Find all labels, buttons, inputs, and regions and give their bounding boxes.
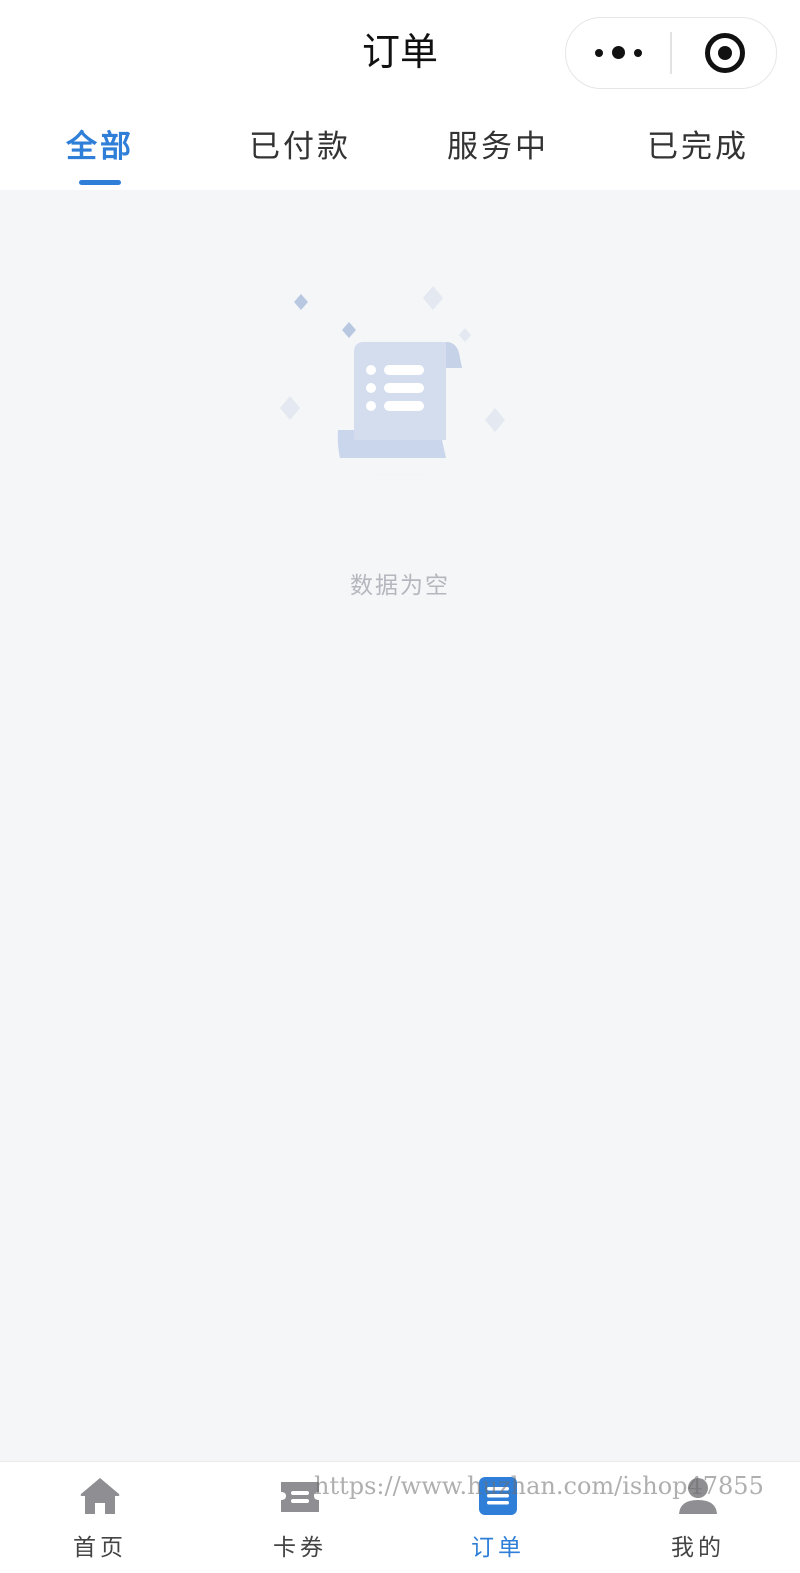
order-tabs: 全部 已付款 服务中 已完成 [0,118,800,190]
more-button[interactable] [566,18,671,87]
mini-program-capsule [565,17,777,89]
tab-completed[interactable]: 已完成 [598,118,798,190]
tabbar-label: 卡券 [273,1535,327,1561]
tab-label: 服务中 [447,129,549,165]
target-circle-icon [704,32,745,73]
tabbar-label: 订单 [471,1535,525,1561]
capsule-divider [670,32,672,74]
tab-in-service[interactable]: 服务中 [398,118,598,190]
empty-list-scroll-icon [250,286,550,490]
home-icon [80,1478,120,1514]
empty-state-text: 数据为空 [350,573,450,599]
tabbar-label: 我的 [671,1535,725,1561]
tab-active-indicator [79,180,121,185]
tabbar-item-home[interactable]: 首页 [0,1462,200,1573]
close-button[interactable] [673,18,776,87]
more-dots-icon [595,46,642,59]
watermark-text: https://www.huzhan.com/ishop47855 [314,1472,764,1500]
tab-label: 全部 [66,129,134,165]
tab-label: 已付款 [249,129,351,165]
tab-paid[interactable]: 已付款 [200,118,400,190]
header: 订单 全部 已付款 服务中 已完成 [0,0,800,190]
tab-label: 已完成 [647,129,749,165]
tabbar-label: 首页 [73,1535,127,1561]
tab-all[interactable]: 全部 [0,118,200,190]
